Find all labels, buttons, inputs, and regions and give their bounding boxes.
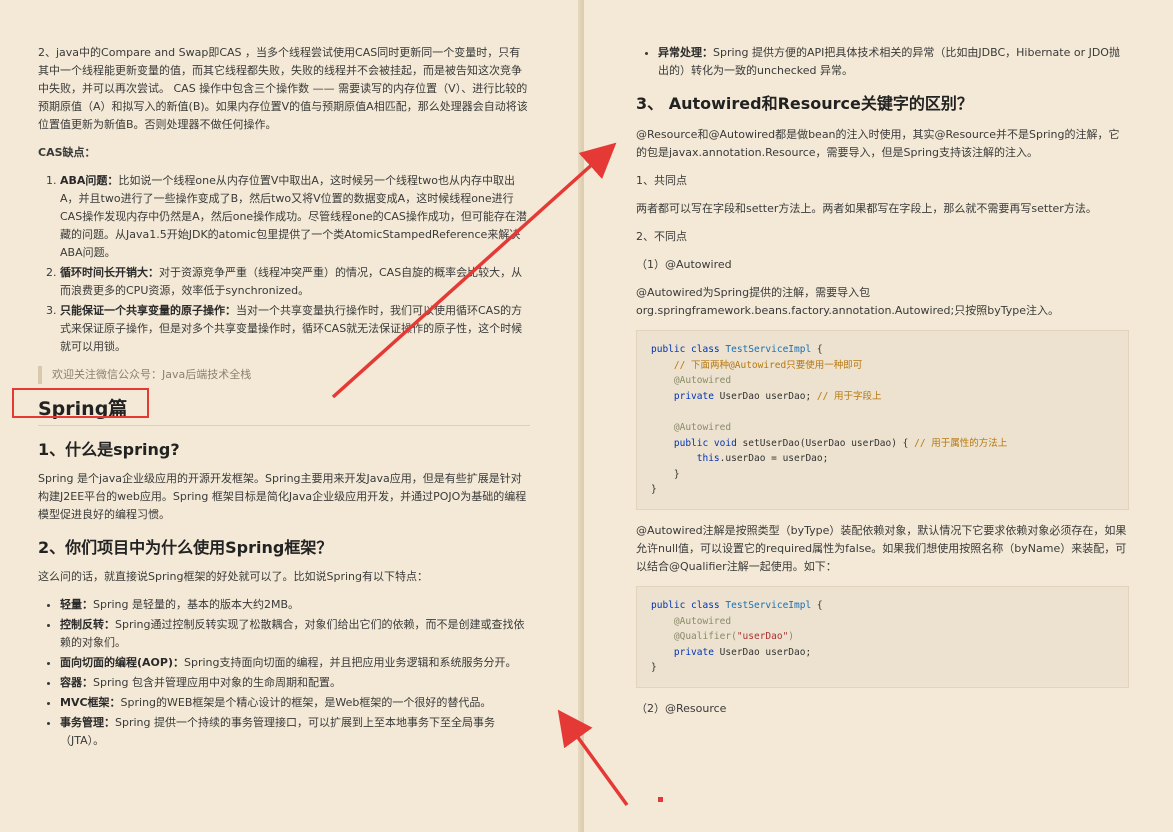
arrow-up-right — [331, 142, 617, 399]
annotation-arrows — [331, 142, 629, 807]
red-dot-mark — [658, 797, 663, 802]
arrow-up-left — [557, 709, 629, 807]
